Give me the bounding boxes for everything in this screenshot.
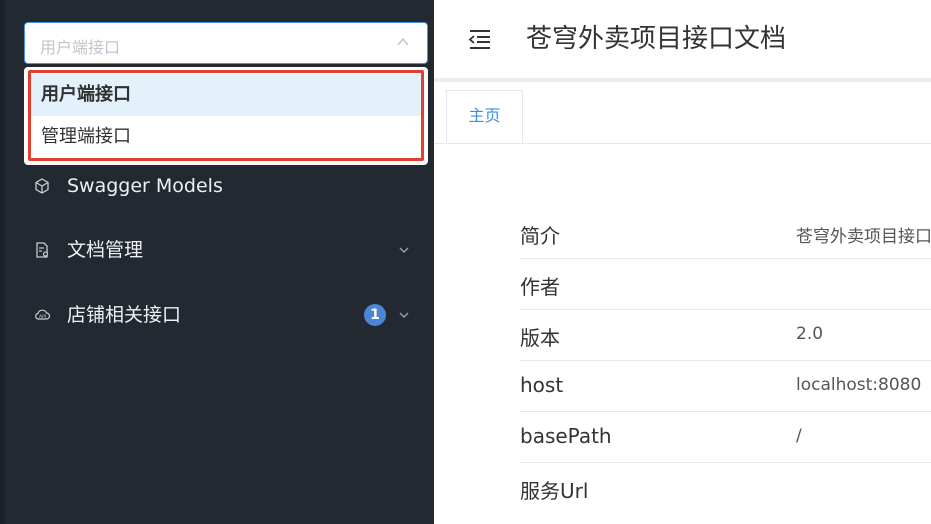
row-key: 版本 [520, 326, 560, 350]
row-key: 作者 [520, 275, 560, 299]
sidebar-item-label: 店铺相关接口 [67, 304, 182, 326]
sidebar-item-store-api[interactable]: API 店铺相关接口 1 [34, 295, 414, 335]
document-gear-icon [36, 242, 49, 258]
table-row: 服务Url [520, 463, 931, 514]
cube-icon [35, 178, 49, 194]
annotation-highlight-box [28, 70, 424, 161]
group-select-dropdown: 用户端接口 管理端接口 [24, 67, 428, 165]
count-badge: 1 [364, 304, 386, 326]
chevron-up-icon [397, 37, 409, 46]
top-header: 苍穹外卖项目接口文档 [434, 0, 931, 82]
table-row: 简介 苍穹外卖项目接口 [520, 208, 931, 259]
tab-home[interactable]: 主页 [446, 90, 523, 143]
sidebar-edge [0, 0, 5, 524]
table-row: host localhost:8080 [520, 361, 931, 412]
sidebar-item-label: 文档管理 [67, 239, 144, 261]
app-window: 用户端接口 Swagger Models 文档管理 API 店铺相关接口 1 用… [0, 0, 931, 524]
chevron-down-icon[interactable] [398, 310, 410, 320]
main-content: 苍穹外卖项目接口文档 主页 简介 苍穹外卖项目接口 作者 版本 2.0 host… [434, 0, 931, 524]
sidebar: 用户端接口 Swagger Models 文档管理 API 店铺相关接口 1 用… [0, 0, 434, 524]
row-value: localhost:8080 [796, 375, 922, 395]
row-key: basePath [520, 424, 612, 448]
row-value: / [796, 426, 802, 446]
menu-collapse-icon[interactable] [468, 28, 492, 50]
sidebar-item-document-management[interactable]: 文档管理 [34, 230, 414, 270]
tab-bar: 主页 [434, 82, 931, 144]
page-title: 苍穹外卖项目接口文档 [526, 24, 787, 54]
table-row: basePath / [520, 412, 931, 463]
svg-text:API: API [39, 314, 46, 320]
row-key: host [520, 373, 564, 397]
sidebar-item-swagger-models[interactable]: Swagger Models [34, 166, 414, 206]
row-key: 服务Url [520, 479, 589, 503]
group-select[interactable]: 用户端接口 [24, 22, 428, 64]
table-row: 版本 2.0 [520, 310, 931, 361]
row-key: 简介 [520, 224, 560, 248]
group-select-placeholder: 用户端接口 [40, 38, 121, 57]
chevron-down-icon[interactable] [398, 245, 410, 255]
sidebar-item-label: Swagger Models [67, 175, 223, 197]
row-value: 2.0 [796, 324, 824, 344]
row-value: 苍穹外卖项目接口 [796, 227, 931, 247]
cloud-api-icon: API [35, 309, 50, 320]
table-row: 作者 [520, 259, 931, 310]
